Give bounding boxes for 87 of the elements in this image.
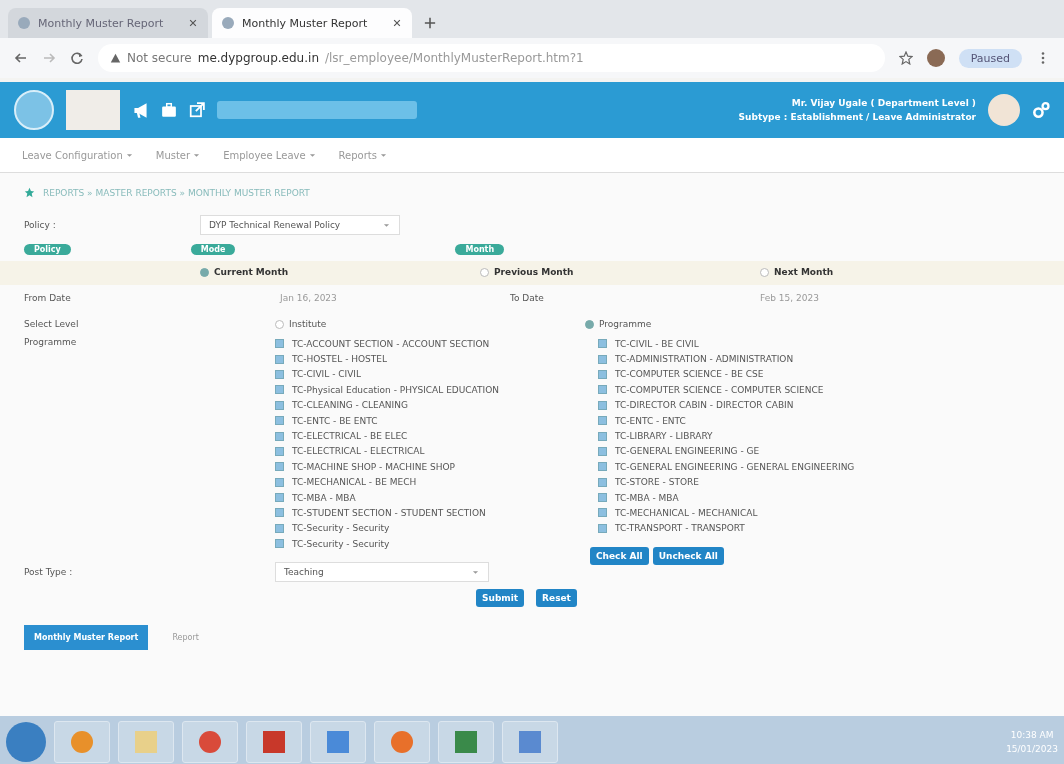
section-badge: Policy	[24, 244, 71, 255]
globe-icon	[222, 17, 234, 29]
close-icon[interactable]	[188, 18, 198, 28]
programme-checkbox[interactable]: TC-CLEANING - CLEANING	[275, 398, 522, 412]
programme-checkbox[interactable]: TC-MBA - MBA	[598, 490, 998, 505]
programme-checkbox[interactable]: TC-ENTC - BE ENTC	[275, 413, 522, 428]
programme-checkbox[interactable]: TC-ENTC - ENTC	[598, 413, 998, 428]
browser-tab[interactable]: Monthly Muster Report	[8, 8, 208, 38]
clock-date: 15/01/2023	[1006, 743, 1058, 756]
programme-checkbox[interactable]: TC-MECHANICAL - BE MECH	[275, 475, 522, 489]
programme-checkbox[interactable]: TC-HOSTEL - HOSTEL	[275, 352, 522, 366]
profile-button[interactable]: Paused	[958, 48, 1022, 68]
programme-checkbox[interactable]: TC-STORE - STORE	[598, 475, 998, 489]
programme-checkbox[interactable]: TC-STUDENT SECTION - STUDENT SECTION	[275, 506, 522, 520]
taskbar-app[interactable]	[374, 721, 430, 763]
taskbar-app[interactable]	[310, 721, 366, 763]
field-label: Select Level	[24, 319, 80, 329]
field-label: To Date	[510, 293, 545, 303]
taskbar-app[interactable]	[54, 721, 110, 763]
programme-checkbox[interactable]: TC-GENERAL ENGINEERING - GE	[598, 444, 998, 459]
avatar-icon[interactable]	[988, 94, 1020, 126]
forward-icon[interactable]	[42, 51, 56, 65]
taskbar-app[interactable]	[502, 721, 558, 763]
clock-time: 10:38 AM	[1009, 729, 1055, 742]
programme-checkbox[interactable]: TC-ADMINISTRATION - ADMINISTRATION	[598, 352, 998, 366]
field-label: Post Type :	[24, 567, 74, 578]
address-bar[interactable]: Not secure me.dypgroup.edu.in /lsr_employee/MonthlyMusterReport.htm?1	[98, 44, 885, 72]
programme-checkbox[interactable]: TC-COMPUTER SCIENCE - BE CSE	[598, 367, 998, 382]
new-tab-icon[interactable]	[424, 17, 436, 29]
briefcase-icon[interactable]	[161, 102, 177, 118]
settings-icon[interactable]	[1032, 101, 1050, 119]
external-link-icon[interactable]	[189, 102, 205, 118]
programme-checkbox[interactable]: TC-MBA - MBA	[275, 490, 522, 505]
taskbar-app[interactable]	[182, 721, 238, 763]
programme-checkbox[interactable]: TC-MACHINE SHOP - MACHINE SHOP	[275, 460, 522, 474]
level-radio[interactable]: Programme	[585, 319, 785, 329]
programme-checkbox[interactable]: TC-CIVIL - BE CIVIL	[598, 337, 998, 351]
uncheck-all-button[interactable]: Uncheck All	[652, 547, 724, 566]
url-host: me.dypgroup.edu.in	[197, 51, 319, 65]
programme-checkbox[interactable]: TC-GENERAL ENGINEERING - GENERAL ENGINEERING	[598, 460, 998, 474]
taskbar-app[interactable]	[438, 721, 494, 763]
start-button[interactable]	[6, 722, 46, 762]
user-role: Subtype : Establishment / Leave Administrator	[738, 111, 976, 124]
globe-icon	[18, 17, 30, 29]
policy-select[interactable]: DYP Technical Renewal Policy	[200, 215, 400, 235]
megaphone-icon[interactable]	[132, 101, 149, 119]
round-logo-icon	[14, 90, 54, 130]
period-radio[interactable]: Current Month	[200, 267, 480, 277]
home-icon[interactable]	[24, 187, 35, 198]
programme-checkbox[interactable]: TC-ELECTRICAL - ELECTRICAL	[275, 444, 522, 459]
programme-checkbox[interactable]: TC-Physical Education - PHYSICAL EDUCATION	[275, 383, 522, 397]
programme-checkbox[interactable]: TC-DIRECTOR CABIN - DIRECTOR CABIN	[598, 398, 998, 412]
programme-checkbox[interactable]: TC-Security - Security	[275, 537, 522, 551]
browser-tab[interactable]: Monthly Muster Report	[212, 8, 412, 38]
url-path: /lsr_employee/MonthlyMusterReport.htm?1	[325, 51, 584, 65]
college-logo	[66, 90, 120, 130]
programme-checkbox[interactable]: TC-TRANSPORT - TRANSPORT	[598, 521, 998, 536]
level-radio[interactable]: Institute	[200, 319, 585, 329]
back-icon[interactable]	[14, 51, 28, 65]
programme-checkbox[interactable]: TC-ELECTRICAL - BE ELEC	[275, 429, 522, 443]
period-radio[interactable]: Next Month	[760, 267, 1040, 277]
report-tab[interactable]: Monthly Muster Report	[24, 625, 149, 651]
submit-button[interactable]: Submit	[476, 589, 525, 608]
field-label: Programme	[24, 337, 78, 347]
security-label: Not secure	[127, 51, 192, 65]
warning-icon	[110, 52, 121, 64]
reload-icon[interactable]	[70, 51, 84, 65]
taskbar-app[interactable]	[246, 721, 302, 763]
check-all-button[interactable]: Check All	[590, 547, 649, 566]
post-type-select[interactable]: Teaching	[275, 562, 489, 583]
star-icon[interactable]	[898, 51, 913, 65]
period-radio[interactable]: Previous Month	[480, 267, 760, 277]
section-badge: Month	[455, 244, 505, 255]
programme-checkbox[interactable]: TC-CIVIL - CIVIL	[275, 367, 522, 382]
programme-checkbox[interactable]: TC-ACCOUNT SECTION - ACCOUNT SECTION	[275, 337, 522, 351]
field-label: From Date	[24, 293, 72, 303]
programme-checkbox[interactable]: TC-MECHANICAL - MECHANICAL	[598, 506, 998, 520]
field-label: Policy :	[24, 220, 57, 230]
reset-button[interactable]: Reset	[536, 589, 577, 608]
avatar-icon[interactable]	[926, 49, 945, 67]
breadcrumb: REPORTS » MASTER REPORTS » MONTHLY MUSTER REPORT	[43, 187, 310, 198]
programme-checkbox[interactable]: TC-COMPUTER SCIENCE - COMPUTER SCIENCE	[598, 383, 998, 397]
programme-checkbox[interactable]: TC-LIBRARY - LIBRARY	[598, 429, 998, 443]
close-icon[interactable]	[392, 18, 402, 28]
section-badge: Mode	[190, 244, 236, 255]
user-name: Mr. Vijay Ugale ( Department Level )	[790, 97, 976, 110]
programme-checkbox[interactable]: TC-Security - Security	[275, 521, 522, 536]
